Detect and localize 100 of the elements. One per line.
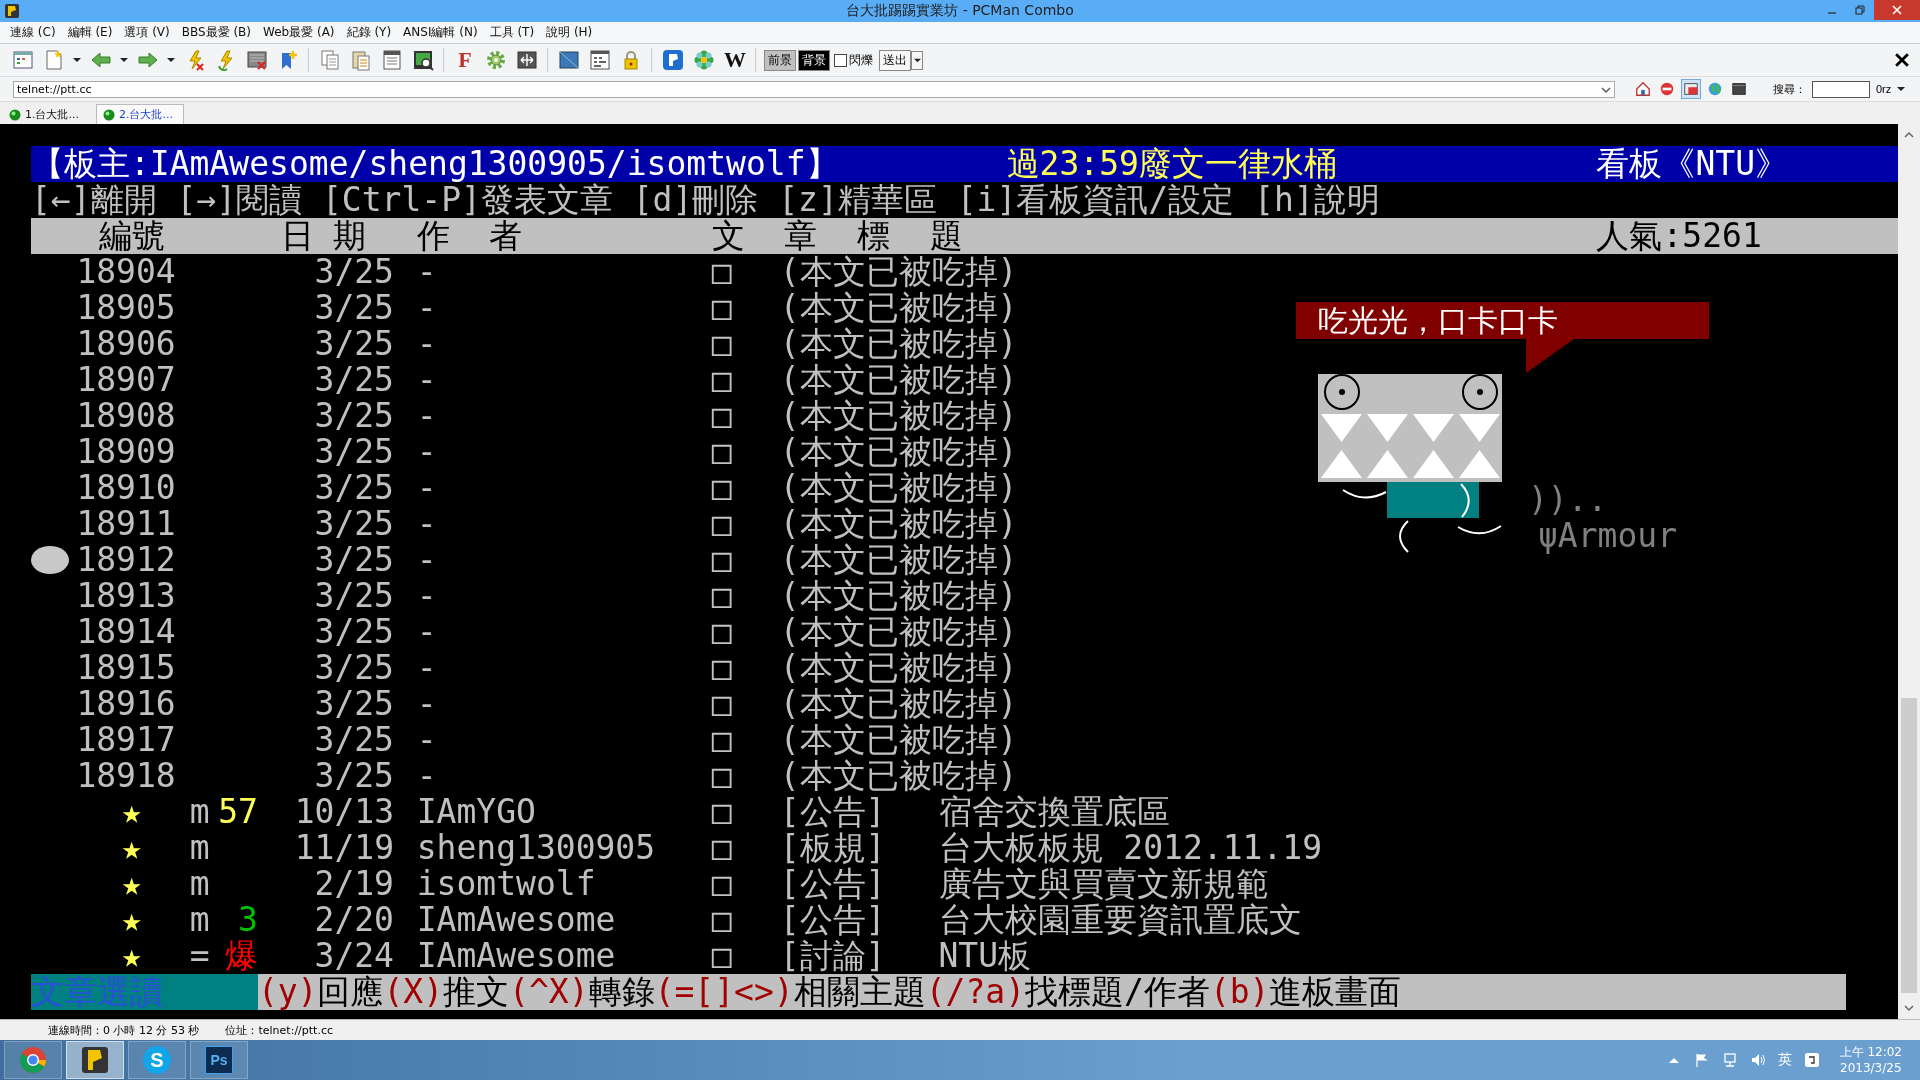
post-category: [公告]: [779, 794, 887, 830]
menu-item[interactable]: 編輯 (E): [61, 24, 119, 41]
post-author: -: [416, 362, 438, 398]
connection-tab[interactable]: 2.台大批...: [96, 104, 184, 124]
taskbar-app-button[interactable]: Ps: [190, 1041, 248, 1079]
post-author: -: [416, 290, 438, 326]
paste-icon[interactable]: [350, 49, 372, 71]
copy-icon[interactable]: [319, 49, 341, 71]
post-author: -: [416, 686, 438, 722]
forward-arrow-icon[interactable]: [137, 49, 159, 71]
caret-icon[interactable]: [1897, 85, 1906, 93]
checkbox-mark: □: [711, 326, 733, 362]
app-logo-icon[interactable]: [662, 49, 684, 71]
recommend-count: 爆: [223, 938, 258, 974]
post-title: (本文已被吃掉): [779, 686, 1019, 722]
screen-icon[interactable]: [558, 49, 580, 71]
resize-icon[interactable]: [516, 49, 538, 71]
window-icon[interactable]: [12, 49, 34, 71]
recommend-count: 57: [217, 794, 258, 830]
post-date: 2/19: [313, 866, 394, 902]
dropdown-caret-icon[interactable]: [167, 56, 175, 64]
scroll-down-icon[interactable]: [1904, 1003, 1914, 1013]
blink-checkbox[interactable]: [834, 53, 847, 67]
post-date: 2/20: [313, 902, 394, 938]
post-number: 18906: [76, 326, 177, 362]
speaker-icon[interactable]: [1749, 1052, 1766, 1068]
post-number: 18917: [76, 722, 177, 758]
post-title: 台大校園重要資訊置底文: [938, 902, 1303, 938]
taskbar-app-button[interactable]: [66, 1041, 124, 1079]
flower-icon[interactable]: [693, 49, 715, 71]
send-dropdown-button[interactable]: [911, 50, 923, 70]
post-date: 3/25: [313, 614, 394, 650]
post-date: 3/25: [313, 506, 394, 542]
post-flag-label: m: [189, 902, 211, 938]
moderator-text: 【板主:IAmAwesome/sheng1300905/isomtwolf】: [31, 146, 840, 182]
letter-icon[interactable]: W: [724, 49, 746, 71]
scrollbar[interactable]: [1898, 124, 1920, 1019]
checkbox-mark: □: [711, 398, 733, 434]
search-icon[interactable]: [412, 49, 434, 71]
post-date: 3/25: [313, 758, 394, 794]
shortener-dropdown[interactable]: 0rz: [1876, 83, 1906, 95]
post-category: [公告]: [779, 902, 887, 938]
scroll-thumb[interactable]: [1901, 698, 1917, 993]
color-button[interactable]: 背景: [798, 49, 830, 71]
menu-item[interactable]: 說明 (H): [540, 24, 599, 41]
post-number: 18904: [76, 254, 177, 290]
menu-item[interactable]: ANSI編輯 (N): [397, 24, 484, 41]
caret-icon[interactable]: [913, 56, 921, 64]
post-author: -: [416, 254, 438, 290]
checkbox-mark: □: [711, 542, 733, 578]
post-author: -: [416, 614, 438, 650]
image-editor-icon: Ps: [205, 1046, 233, 1074]
keyboard-icon[interactable]: [589, 49, 611, 71]
notification-icon[interactable]: [1803, 1052, 1820, 1068]
menu-item[interactable]: 紀錄 (Y): [340, 24, 398, 41]
column-header: 編號: [99, 218, 167, 254]
post-number: 18911: [76, 506, 177, 542]
home-icon[interactable]: [1635, 81, 1651, 97]
shortcut-hint: (b)進板畫面: [1209, 972, 1402, 1011]
terminal-icon[interactable]: [1731, 81, 1747, 97]
dropdown-caret-icon[interactable]: [73, 56, 81, 64]
post-number: 18915: [76, 650, 177, 686]
letter-icon[interactable]: F: [458, 49, 472, 71]
scroll-up-icon[interactable]: [1904, 130, 1914, 140]
column-header: 日 期: [280, 218, 368, 254]
post-title: NTU板: [938, 938, 1033, 974]
color-button[interactable]: 前景: [764, 49, 796, 71]
artist-signature: ψArmour: [1538, 518, 1678, 554]
back-arrow-icon[interactable]: [90, 49, 112, 71]
menu-item[interactable]: 選項 (V): [118, 24, 176, 41]
document-icon[interactable]: [381, 49, 403, 71]
network-icon[interactable]: [1721, 1052, 1738, 1068]
post-author: IAmYGO: [416, 794, 537, 830]
globe-icon[interactable]: [1707, 81, 1723, 97]
restore-icon[interactable]: [1855, 5, 1865, 15]
post-title: (本文已被吃掉): [779, 614, 1019, 650]
flag-icon[interactable]: [1693, 1052, 1710, 1068]
settings-icon[interactable]: [485, 49, 507, 71]
post-category: [板規]: [779, 830, 887, 866]
dropdown-caret-icon[interactable]: [120, 56, 128, 64]
shortcut-hint: (y)回應: [257, 972, 384, 1011]
star-mark: ★: [121, 866, 143, 902]
screen-x-icon[interactable]: [246, 49, 268, 71]
menu-item[interactable]: 工具 (T): [483, 24, 541, 41]
post-number: 18913: [76, 578, 177, 614]
menu-item[interactable]: BBS最愛 (B): [175, 24, 257, 41]
send-button[interactable]: 送出: [879, 49, 911, 71]
menu-item[interactable]: Web最愛 (A): [257, 24, 341, 41]
window-title: 台大批踢踢實業坊 - PCMan Combo: [846, 2, 1074, 20]
star-mark: ★: [121, 830, 143, 866]
screen-icon[interactable]: [1683, 81, 1699, 97]
post-title: (本文已被吃掉): [779, 542, 1019, 578]
board-notice: 過23:59廢文一律水桶: [1006, 146, 1338, 182]
address-field[interactable]: telnet://ptt.cc: [13, 80, 1615, 98]
search-field[interactable]: [1812, 80, 1870, 98]
no-entry-icon[interactable]: [1659, 81, 1675, 97]
post-number: 18918: [76, 758, 177, 794]
bubble-text: 吃光光，口卡口卡: [1318, 302, 1558, 339]
post-date: 11/19: [293, 830, 394, 866]
menu-item[interactable]: 連線 (C): [4, 24, 62, 41]
